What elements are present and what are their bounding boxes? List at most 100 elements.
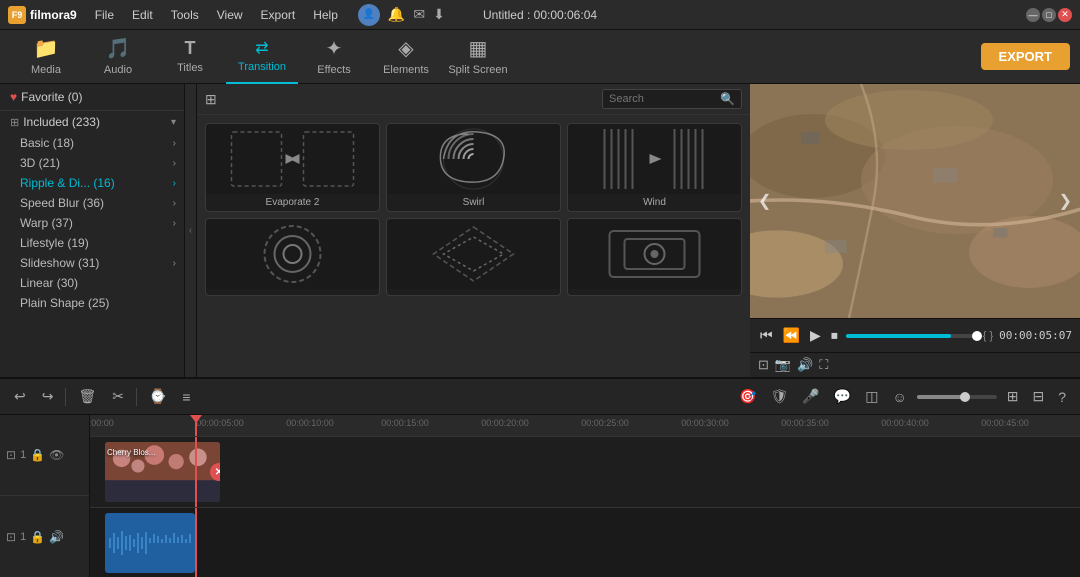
window-title: Untitled : 00:00:06:04: [483, 8, 597, 22]
audio-lock-icon[interactable]: 🔒: [30, 530, 45, 544]
close-button[interactable]: ✕: [1058, 8, 1072, 22]
track-playhead: [195, 437, 197, 507]
section-lifestyle[interactable]: Lifestyle (19): [0, 233, 184, 253]
eye-icon[interactable]: 👁: [49, 448, 64, 462]
audio-clip[interactable]: [105, 513, 195, 573]
favorite-header[interactable]: ♥ Favorite (0): [0, 84, 184, 111]
section-warp[interactable]: Warp (37) ›: [0, 213, 184, 233]
emoji-button[interactable]: ☺: [888, 387, 910, 407]
ruler-mark-1: 00:00:05:00: [196, 418, 244, 428]
section-speedblur[interactable]: Speed Blur (36) ›: [0, 193, 184, 213]
scissors-button[interactable]: ✂: [108, 386, 128, 407]
fit-button[interactable]: ⊞: [1003, 386, 1023, 407]
progress-bar[interactable]: [846, 334, 977, 338]
section-linear[interactable]: Linear (30): [0, 273, 184, 293]
section-3d[interactable]: 3D (21) ›: [0, 153, 184, 173]
step-back-button[interactable]: ⏪: [781, 325, 802, 346]
menu-help[interactable]: Help: [305, 6, 346, 24]
transition-card-hex[interactable]: [205, 218, 380, 296]
header-right-icons: 👤 🔔 ✉ ⬇: [358, 4, 445, 26]
transition-card-wind[interactable]: Wind: [567, 123, 742, 212]
tool-transition[interactable]: ⇄ Transition: [226, 30, 298, 84]
zoom-slider[interactable]: [917, 395, 997, 399]
tool-audio[interactable]: 🎵 Audio: [82, 30, 154, 84]
panel-collapse-btn[interactable]: ‹: [185, 84, 197, 377]
elements-icon: ◈: [398, 36, 413, 61]
notification-icon[interactable]: 🔔: [388, 6, 405, 23]
tracks-area: Cherry Blos... ✕: [90, 437, 1080, 577]
ruler-mark-0: 00:00:00:00: [90, 418, 114, 428]
menu-edit[interactable]: Edit: [124, 6, 161, 24]
logo-icon: F9: [8, 6, 26, 24]
minimize-button[interactable]: —: [1026, 8, 1040, 22]
toolbar-separator-2: [136, 388, 137, 406]
tool-effects[interactable]: ✦ Effects: [298, 30, 370, 84]
left-panel: ♥ Favorite (0) ⊞ Included (233) ▾ Basic …: [0, 84, 185, 377]
keyframe-button[interactable]: ⌚: [145, 386, 170, 407]
motion-track-button[interactable]: 🎯: [735, 386, 760, 407]
search-box[interactable]: 🔍: [602, 89, 742, 109]
section-plainshape[interactable]: Plain Shape (25): [0, 293, 184, 313]
wind-svg: [568, 124, 741, 194]
audio-mix-button[interactable]: ≡: [178, 387, 194, 407]
menu-export[interactable]: Export: [253, 6, 304, 24]
transition-card-evaporate2[interactable]: Evaporate 2: [205, 123, 380, 212]
transition-card-swirl[interactable]: Swirl: [386, 123, 561, 212]
stop-button[interactable]: ⏹: [829, 325, 840, 346]
subtitle-button[interactable]: 💬: [830, 386, 855, 407]
transition-preview-diamond: [387, 219, 560, 289]
center-toolbar: ⊞ 🔍: [197, 84, 750, 115]
timeline-tracks-area: 00:00:00:00 00:00:05:00 00:00:10:00 00:0…: [90, 415, 1080, 577]
video-clip[interactable]: Cherry Blos... ✕: [105, 442, 220, 502]
transition-preview-hex: [206, 219, 379, 289]
preview-nav-right[interactable]: ❯: [1059, 191, 1072, 211]
rewind-button[interactable]: ⏮: [758, 325, 775, 346]
export-button[interactable]: EXPORT: [981, 43, 1070, 70]
download-icon[interactable]: ⬇: [433, 6, 445, 23]
snapshot-button[interactable]: 📷: [775, 357, 791, 373]
app-logo: F9 filmora9: [8, 6, 77, 24]
delete-button[interactable]: 🗑: [74, 386, 100, 407]
grid-view-icon[interactable]: ⊞: [205, 91, 217, 108]
section-ripple[interactable]: Ripple & Di... (16) ›: [0, 173, 184, 193]
chevron-3d: ›: [173, 158, 176, 169]
section-slideshow[interactable]: Slideshow (31) ›: [0, 253, 184, 273]
user-avatar[interactable]: 👤: [358, 4, 380, 26]
help-button[interactable]: ?: [1054, 387, 1070, 407]
section-included[interactable]: ⊞ Included (233) ▾: [0, 111, 184, 133]
stabilize-button[interactable]: ◫: [861, 386, 882, 407]
search-input[interactable]: [609, 93, 716, 105]
transition-card-target[interactable]: [567, 218, 742, 296]
track-controls: ⊡ 1 🔒 👁 ⊡ 1 🔒 🔊: [0, 415, 90, 577]
favorite-label: Favorite (0): [21, 90, 82, 104]
menu-file[interactable]: File: [87, 6, 122, 24]
lock-icon[interactable]: 🔒: [30, 448, 45, 462]
section-basic[interactable]: Basic (18) ›: [0, 133, 184, 153]
fullscreen-button[interactable]: ⛶: [819, 357, 828, 373]
audio-track-icon: ⊡: [6, 530, 16, 544]
mail-icon[interactable]: ✉: [413, 6, 425, 23]
audio-mute-icon[interactable]: 🔊: [49, 530, 64, 544]
play-button[interactable]: ▶: [808, 325, 823, 346]
undo-button[interactable]: ↩: [10, 386, 30, 407]
maximize-button[interactable]: □: [1042, 8, 1056, 22]
transition-card-diamond[interactable]: [386, 218, 561, 296]
tool-splitscreen[interactable]: ▦ Split Screen: [442, 30, 514, 84]
split-layout-button[interactable]: ⊟: [1028, 386, 1048, 407]
hex-svg: [206, 219, 379, 289]
clip-label: Cherry Blos...: [107, 444, 155, 458]
preview-nav-left[interactable]: ❮: [758, 191, 771, 211]
main-area: ♥ Favorite (0) ⊞ Included (233) ▾ Basic …: [0, 84, 1080, 377]
tool-elements-label: Elements: [383, 64, 429, 76]
tool-titles[interactable]: T Titles: [154, 30, 226, 84]
tool-elements[interactable]: ◈ Elements: [370, 30, 442, 84]
redo-button[interactable]: ↪: [38, 386, 58, 407]
green-screen-button[interactable]: 🛡: [767, 386, 793, 407]
voice-button[interactable]: 🎤: [798, 386, 823, 407]
menu-view[interactable]: View: [209, 6, 251, 24]
pip-button[interactable]: ⊡: [758, 357, 769, 373]
menu-tools[interactable]: Tools: [163, 6, 207, 24]
volume-button[interactable]: 🔊: [797, 357, 813, 373]
tool-media[interactable]: 📁 Media: [10, 30, 82, 84]
audio-track-label: 1: [20, 531, 26, 543]
